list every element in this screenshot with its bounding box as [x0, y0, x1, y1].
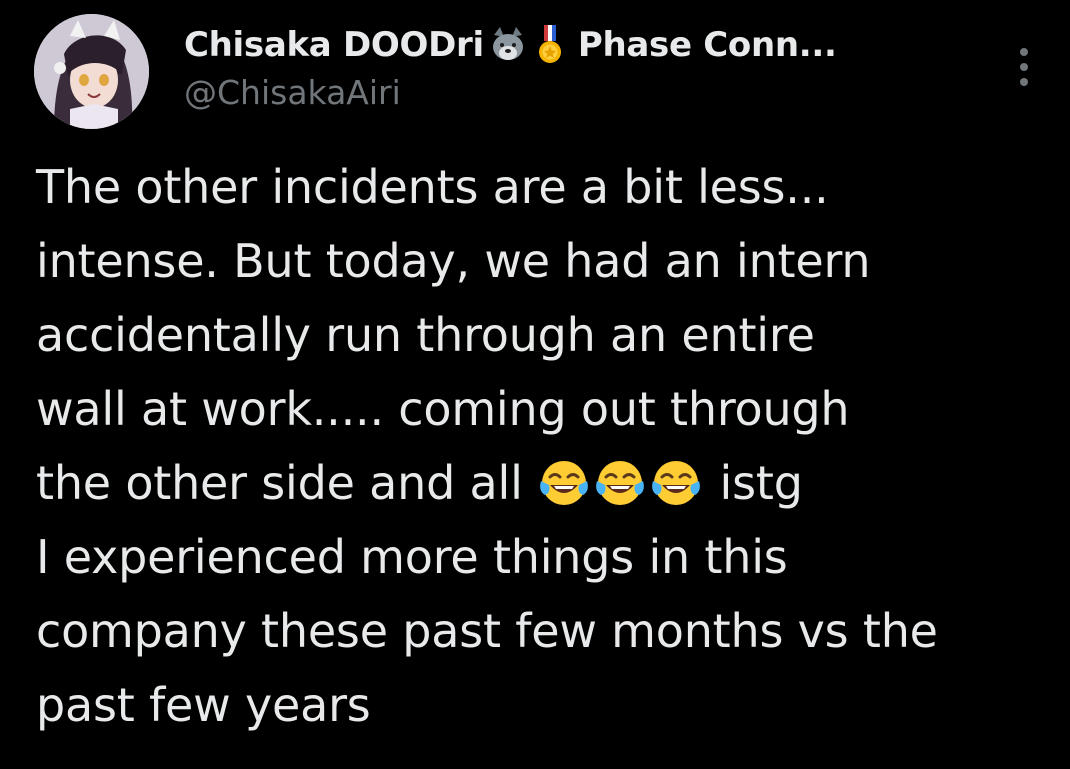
tweet-header: Chisaka DOODri Phase Conn... @ChisakaAir…: [34, 14, 1044, 129]
tweet-line-part: istg: [719, 456, 803, 510]
user-handle[interactable]: @ChisakaAiri: [184, 72, 984, 114]
tweet-card: Chisaka DOODri Phase Conn... @ChisakaAir…: [0, 0, 1070, 769]
more-dot: [1020, 63, 1028, 71]
wolf-emoji-icon: [490, 25, 526, 65]
more-dot: [1020, 48, 1028, 56]
display-name-suffix[interactable]: Phase Conn...: [578, 25, 837, 65]
display-name[interactable]: Chisaka DOODri: [184, 25, 484, 65]
tweet-line: intense. But today, we had an intern: [36, 234, 871, 288]
tweet-line: accidentally run through an entire: [36, 308, 815, 362]
name-row: Chisaka DOODri Phase Conn...: [184, 22, 984, 68]
tweet-line: company these past few months vs the: [36, 604, 938, 658]
face-with-tears-of-joy-icon: [593, 455, 647, 509]
avatar-image: [34, 14, 149, 129]
more-dot: [1020, 78, 1028, 86]
tweet-line-part: the other side and all: [36, 456, 523, 510]
tweet-line: past few years: [36, 678, 371, 732]
more-vertical-icon[interactable]: [1009, 42, 1039, 92]
tweet-line: The other incidents are a bit less...: [36, 160, 829, 214]
tweet-text: The other incidents are a bit less... in…: [36, 150, 1056, 742]
tweet-line-with-emoji: the other side and all istg: [36, 446, 1056, 520]
tweet-line: I experienced more things in this: [36, 530, 788, 584]
medal-emoji-icon: [532, 25, 568, 65]
author-info: Chisaka DOODri Phase Conn... @ChisakaAir…: [184, 22, 984, 114]
tweet-line: wall at work..... coming out through: [36, 382, 850, 436]
face-with-tears-of-joy-icon: [649, 455, 703, 509]
avatar[interactable]: [34, 14, 149, 129]
face-with-tears-of-joy-icon: [537, 455, 591, 509]
